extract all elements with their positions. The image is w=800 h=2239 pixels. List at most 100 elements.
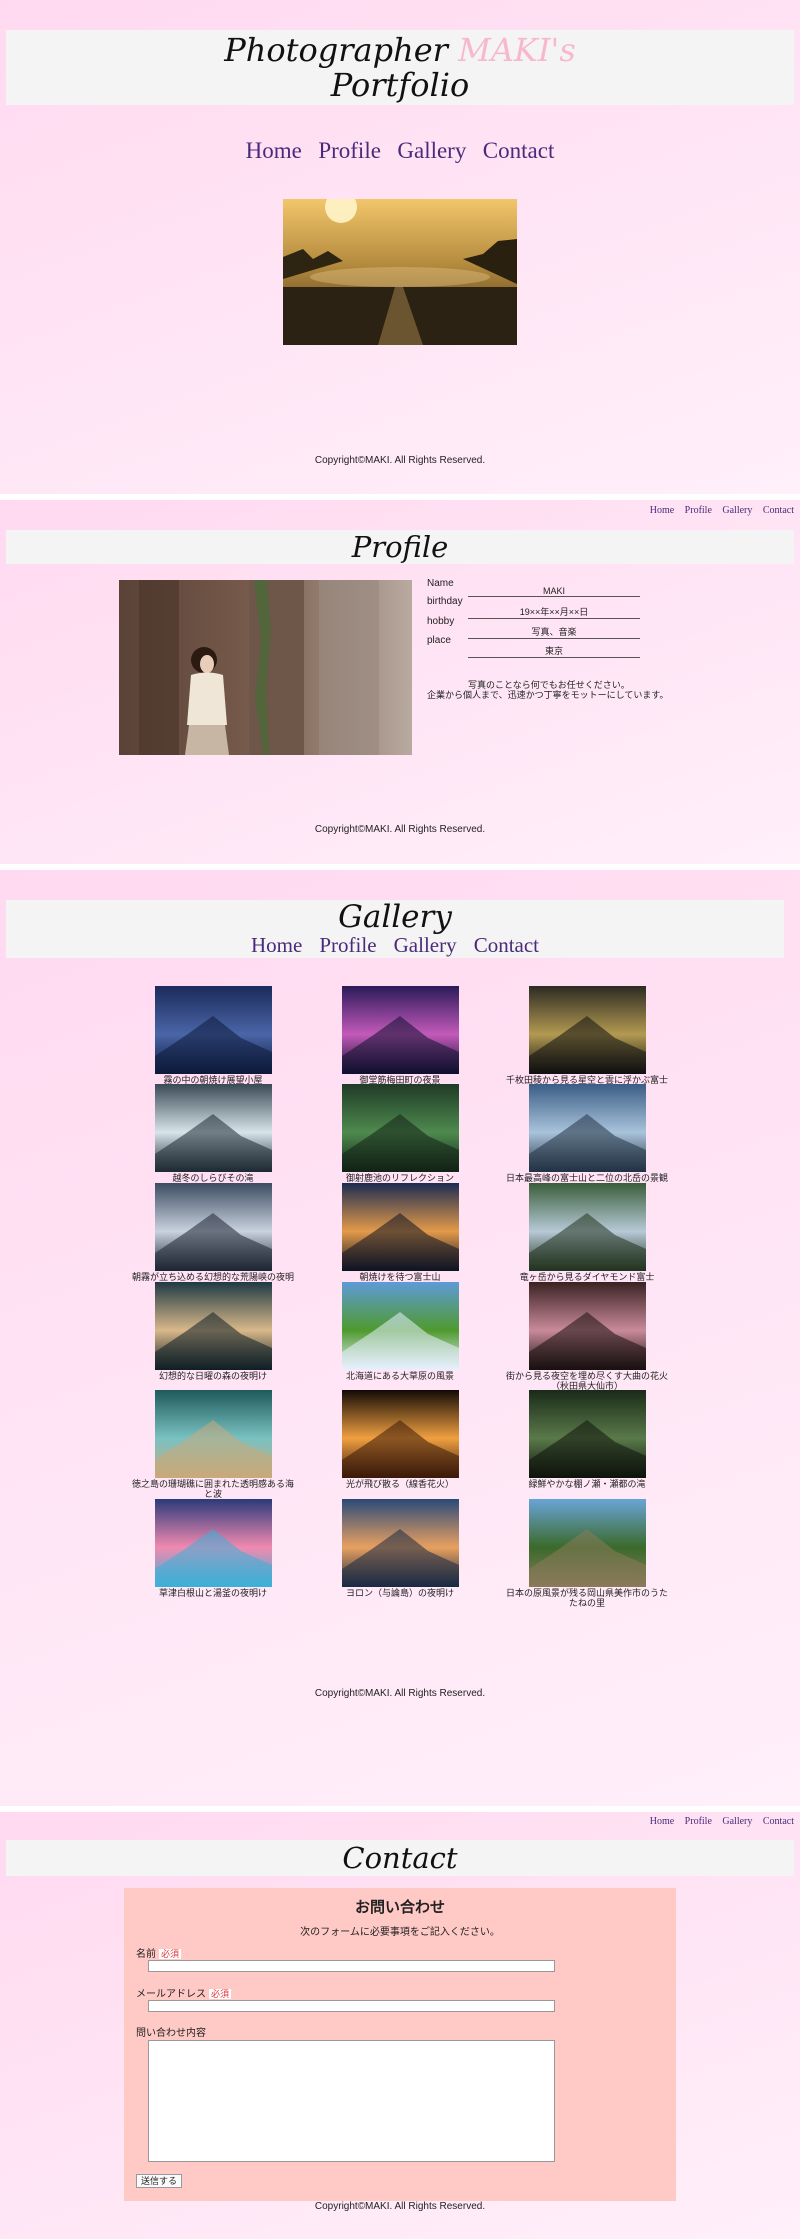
gallery-nav: Home Profile Gallery Contact [6, 934, 784, 958]
gallery-item: 御堂筋梅田町の夜景 [315, 986, 485, 1085]
gallery-section: Gallery Home Profile Gallery Contact 霧の中… [0, 870, 800, 1806]
message-textarea[interactable] [148, 2040, 555, 2162]
main-nav: Home Profile Gallery Contact [0, 138, 800, 164]
home-section: Photographer MAKI's Portfolio Home Profi… [0, 0, 800, 494]
gallery-photo[interactable] [528, 986, 646, 1074]
gallery-photo[interactable] [154, 1084, 272, 1172]
gallery-item: 日本の原風景が残る岡山県美作市のうたたねの里 [502, 1499, 672, 1608]
gallery-photo[interactable] [154, 1390, 272, 1478]
small-nav-home[interactable]: Home [650, 505, 674, 516]
gallery-caption: 緑鮮やかな棚ノ瀬・瀬都の滝 [528, 1479, 646, 1489]
gallery-item: 北海道にある大草原の風景 [315, 1282, 485, 1381]
nav-gallery[interactable]: Gallery [397, 138, 466, 163]
gallery-item: 霧の中の朝焼け展望小屋 [128, 986, 298, 1085]
contact-heading-bar: Contact [6, 1840, 794, 1876]
email-label: メールアドレス [136, 1989, 206, 2000]
profile-label-name: Name [427, 578, 454, 589]
email-input[interactable] [148, 2000, 555, 2012]
gallery-caption: 御射鹿池のリフレクション [345, 1173, 454, 1183]
gallery-item: ヨロン（与論島）の夜明け [315, 1499, 485, 1598]
gallery-item: 日本最高峰の富士山と二位の北岳の景観 [502, 1084, 672, 1183]
profile-message-line2: 企業から個人まで、迅速かつ丁寧をモットーにしています。 [427, 690, 669, 700]
gallery-photo[interactable] [528, 1499, 646, 1587]
small-nav-contact[interactable]: Contact [763, 1816, 794, 1827]
footer-copyright: Copyright©MAKI. All Rights Reserved. [314, 455, 486, 466]
gallery-nav-home[interactable]: Home [251, 933, 302, 957]
site-title-bar: Photographer MAKI's Portfolio [6, 30, 794, 105]
small-nav-gallery[interactable]: Gallery [722, 1816, 752, 1827]
profile-value-name: MAKI [468, 586, 640, 597]
footer-copyright: Copyright©MAKI. All Rights Reserved. [314, 2201, 486, 2212]
name-label-row: 名前 必須 [136, 1945, 182, 1960]
gallery-item: 御射鹿池のリフレクション [315, 1084, 485, 1183]
gallery-caption: 徳之島の珊瑚礁に囲まれた透明感ある海と波 [131, 1479, 294, 1499]
email-label-row: メールアドレス 必須 [136, 1985, 232, 2000]
submit-button[interactable]: 送信する [136, 2174, 183, 2188]
gallery-item: 緑鮮やかな棚ノ瀬・瀬都の滝 [502, 1390, 672, 1489]
gallery-photo[interactable] [154, 1282, 272, 1370]
gallery-nav-profile[interactable]: Profile [319, 933, 376, 957]
small-nav-profile[interactable]: Profile [685, 1816, 712, 1827]
gallery-photo[interactable] [528, 1183, 646, 1271]
gallery-photo[interactable] [528, 1390, 646, 1478]
gallery-item: 光が飛び散る（線香花火） [315, 1390, 485, 1489]
profile-heading: Profile [351, 530, 449, 564]
profile-heading-bar: Profile [6, 530, 794, 564]
gallery-photo[interactable] [154, 986, 272, 1074]
profile-label-birthday: birthday [427, 596, 463, 607]
small-nav-gallery[interactable]: Gallery [722, 505, 752, 516]
nav-contact[interactable]: Contact [483, 138, 555, 163]
nav-profile[interactable]: Profile [318, 138, 381, 163]
gallery-photo[interactable] [341, 1084, 459, 1172]
gallery-photo[interactable] [154, 1183, 272, 1271]
site-title-portfolio: Portfolio [330, 66, 470, 104]
gallery-caption: 朝焼けを待つ富士山 [359, 1272, 441, 1282]
gallery-photo[interactable] [341, 1390, 459, 1478]
email-required-badge: 必須 [209, 1989, 232, 1999]
hero-image [283, 191, 517, 345]
gallery-nav-gallery[interactable]: Gallery [394, 933, 457, 957]
gallery-photo[interactable] [341, 1499, 459, 1587]
name-required-badge: 必須 [159, 1949, 182, 1959]
gallery-heading-bar: Gallery Home Profile Gallery Contact [6, 900, 784, 958]
gallery-item: 街から見る夜空を埋め尽くす大曲の花火（秋田県大仙市） [502, 1282, 672, 1391]
small-nav-profile[interactable]: Profile [685, 505, 712, 516]
name-input[interactable] [148, 1960, 555, 1972]
gallery-caption: 幻想的な日曜の森の夜明け [158, 1371, 267, 1381]
contact-heading: Contact [342, 1841, 458, 1875]
gallery-photo[interactable] [528, 1282, 646, 1370]
gallery-item: 越冬のしらびその滝 [128, 1084, 298, 1183]
nav-home[interactable]: Home [246, 138, 302, 163]
gallery-photo[interactable] [341, 1282, 459, 1370]
profile-value-place: 東京 [468, 644, 640, 658]
gallery-photo[interactable] [341, 986, 459, 1074]
profile-value-hobby: 写真、音楽 [468, 625, 640, 639]
small-nav-contact[interactable]: Contact [763, 505, 794, 516]
site-title-photographer: Photographer [224, 31, 448, 69]
footer-copyright: Copyright©MAKI. All Rights Reserved. [314, 824, 486, 835]
form-title: お問い合わせ [354, 1899, 445, 1916]
gallery-item: 徳之島の珊瑚礁に囲まれた透明感ある海と波 [128, 1390, 298, 1499]
footer-copyright: Copyright©MAKI. All Rights Reserved. [314, 1688, 486, 1699]
gallery-caption: 光が飛び散る（線香花火） [345, 1479, 454, 1489]
gallery-photo[interactable] [528, 1084, 646, 1172]
gallery-heading: Gallery [338, 899, 452, 935]
gallery-caption: ヨロン（与論島）の夜明け [345, 1588, 454, 1598]
gallery-caption: 日本最高峰の富士山と二位の北岳の景観 [505, 1173, 668, 1183]
gallery-caption: 街から見る夜空を埋め尽くす大曲の花火（秋田県大仙市） [505, 1371, 668, 1391]
small-nav-home[interactable]: Home [650, 1816, 674, 1827]
small-nav: Home Profile Gallery Contact [642, 505, 794, 516]
name-label: 名前 [136, 1949, 156, 1960]
gallery-caption: 竜ヶ岳から見るダイヤモンド富士 [519, 1272, 655, 1282]
gallery-photo[interactable] [341, 1183, 459, 1271]
gallery-item: 朝霧が立ち込める幻想的な荒陽峡の夜明け [128, 1183, 298, 1292]
gallery-caption: 草津白根山と湯釜の夜明け [158, 1588, 267, 1598]
profile-value-birthday: 19××年××月××日 [468, 605, 640, 619]
gallery-photo[interactable] [154, 1499, 272, 1587]
small-nav: Home Profile Gallery Contact [642, 1816, 794, 1827]
profile-label-hobby: hobby [427, 616, 455, 627]
profile-label-place: place [427, 635, 451, 646]
gallery-nav-contact[interactable]: Contact [474, 933, 539, 957]
gallery-item: 草津白根山と湯釜の夜明け [128, 1499, 298, 1598]
gallery-item: 朝焼けを待つ富士山 [315, 1183, 485, 1282]
